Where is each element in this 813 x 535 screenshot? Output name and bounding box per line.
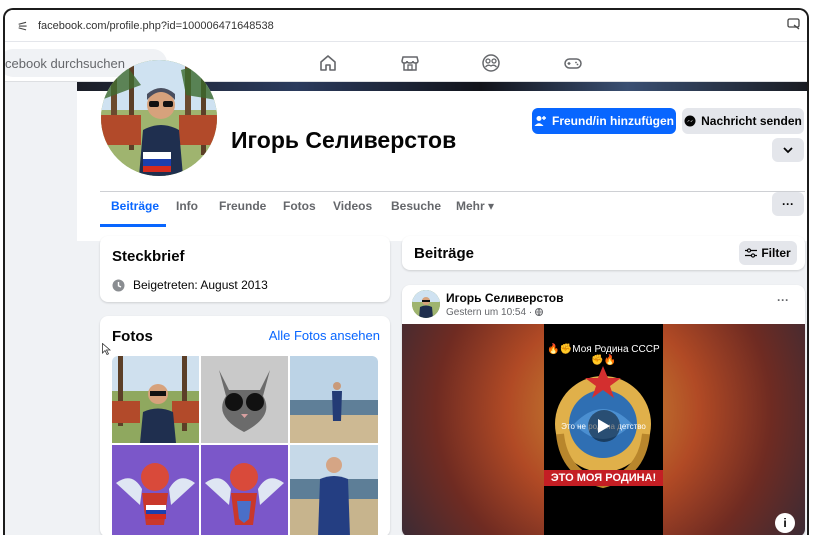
- browser-window: ⚟ facebook.com/profile.php?id=1000064716…: [3, 8, 809, 535]
- tab-visits[interactable]: Besuche: [391, 199, 441, 213]
- post-author-avatar[interactable]: [412, 290, 440, 318]
- add-friend-button[interactable]: Freund/in hinzufügen: [532, 108, 676, 134]
- cast-icon[interactable]: [787, 18, 801, 30]
- see-all-photos-link[interactable]: Alle Fotos ansehen: [269, 328, 380, 343]
- clock-icon: [112, 279, 125, 291]
- tab-posts[interactable]: Beiträge: [111, 199, 159, 213]
- tab-photos[interactable]: Fotos: [283, 199, 316, 213]
- more-options-button[interactable]: ···: [772, 192, 804, 216]
- photo-thumbnail-3[interactable]: [290, 356, 378, 443]
- send-message-label: Nachricht senden: [701, 114, 802, 128]
- filter-label: Filter: [761, 246, 791, 260]
- post-card: Игорь Селиверстов Gestern um 10:54 · ···…: [402, 285, 805, 535]
- filter-button[interactable]: Filter: [739, 241, 797, 265]
- tabs-divider: [100, 191, 805, 192]
- profile-avatar[interactable]: [101, 60, 217, 176]
- photos-title: Fotos: [112, 328, 153, 345]
- intro-title: Steckbrief: [112, 248, 185, 265]
- posts-header-card: Beiträge Filter: [402, 236, 805, 270]
- tab-friends[interactable]: Freunde: [219, 199, 266, 213]
- groups-icon[interactable]: [481, 53, 501, 73]
- mouse-cursor-icon: [102, 343, 111, 355]
- post-author-name[interactable]: Игорь Селиверстов: [446, 291, 564, 305]
- posts-title: Beiträge: [414, 245, 475, 262]
- tab-more[interactable]: Mehr ▾: [456, 199, 494, 213]
- address-bar[interactable]: ⚟ facebook.com/profile.php?id=1000064716…: [5, 10, 807, 42]
- photo-thumbnail-5[interactable]: [201, 445, 288, 535]
- photo-thumbnail-1[interactable]: [112, 356, 199, 443]
- globe-icon: [534, 308, 543, 317]
- video-frame: 🔥✊Моя Родина СССР✊🔥 Это не родина детств…: [544, 324, 663, 535]
- add-person-icon: [534, 116, 546, 126]
- post-options-button[interactable]: ···: [777, 293, 789, 307]
- post-video[interactable]: 🔥✊Моя Родина СССР✊🔥 Это не родина детств…: [402, 324, 805, 535]
- photo-thumbnail-2[interactable]: [201, 356, 288, 443]
- home-icon[interactable]: [318, 53, 338, 73]
- joined-line: Beigetreten: August 2013: [112, 278, 268, 292]
- photos-card: Fotos Alle Fotos ansehen: [100, 316, 390, 535]
- tab-info[interactable]: Info: [176, 199, 198, 213]
- post-time-text: Gestern um 10:54 ·: [446, 307, 535, 318]
- info-icon[interactable]: i: [775, 513, 795, 533]
- video-caption-top: 🔥✊Моя Родина СССР✊🔥: [547, 344, 660, 366]
- play-icon: [598, 419, 610, 433]
- photo-thumbnail-4[interactable]: [112, 445, 199, 535]
- add-friend-label: Freund/in hinzufügen: [552, 114, 674, 128]
- intro-card: Steckbrief Beigetreten: August 2013: [100, 236, 390, 302]
- active-tab-indicator: [100, 224, 166, 227]
- sliders-icon: [745, 248, 758, 258]
- play-button[interactable]: [588, 410, 620, 442]
- chevron-down-icon: [783, 146, 793, 153]
- gaming-icon[interactable]: [563, 53, 583, 73]
- joined-text: Beigetreten: August 2013: [133, 278, 268, 292]
- profile-name: Игорь Селиверстов: [231, 127, 457, 153]
- tab-videos[interactable]: Videos: [333, 199, 372, 213]
- messenger-icon: [684, 115, 696, 127]
- send-message-button[interactable]: Nachricht senden: [682, 108, 804, 134]
- profile-options-button[interactable]: [772, 138, 804, 162]
- photo-thumbnail-6[interactable]: [290, 445, 378, 535]
- marketplace-icon[interactable]: [400, 53, 420, 73]
- url-text[interactable]: facebook.com/profile.php?id=100006471648…: [38, 20, 274, 32]
- video-caption-banner: ЭТО МОЯ РОДИНА!: [544, 470, 663, 486]
- site-settings-icon[interactable]: ⚟: [17, 19, 29, 35]
- post-timestamp[interactable]: Gestern um 10:54 ·: [446, 307, 543, 318]
